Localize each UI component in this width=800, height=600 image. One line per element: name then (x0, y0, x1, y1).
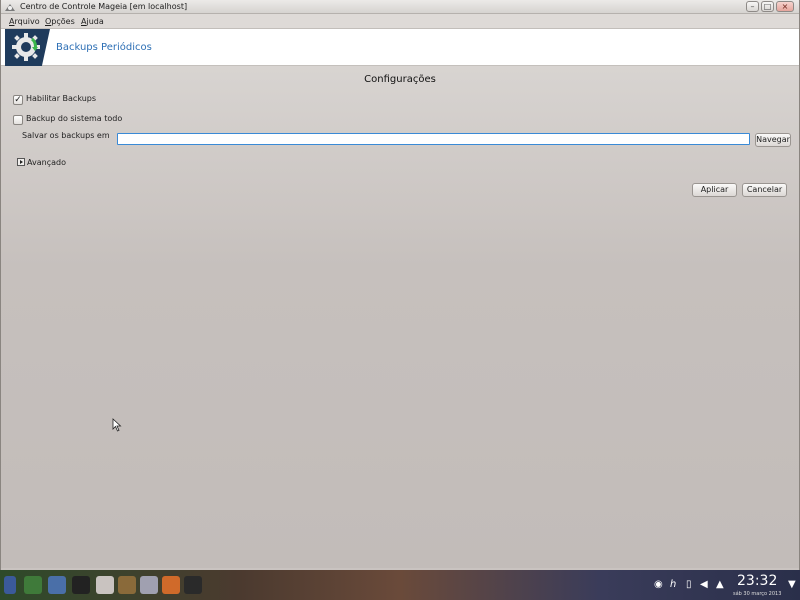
menu-opcoes[interactable]: Opções (45, 17, 75, 26)
app-window: Centro de Controle Mageia [em localhost]… (0, 0, 800, 570)
shield-icon[interactable]: ▼ (788, 579, 796, 590)
task-app-1-icon[interactable] (24, 576, 42, 594)
minimize-button[interactable]: – (746, 1, 759, 12)
mageia-app-icon (5, 4, 15, 11)
title-bar[interactable]: Centro de Controle Mageia [em localhost]… (1, 0, 799, 14)
save-path-label: Salvar os backups em (22, 131, 110, 140)
app-launcher-icon[interactable] (4, 576, 16, 594)
clock-time[interactable]: 23:32 (737, 573, 777, 589)
section-title: Configurações (364, 74, 436, 85)
menu-arquivo-label: rquivo (14, 17, 40, 26)
advanced-expander-label[interactable]: Avançado (27, 158, 66, 167)
task-app-4-icon[interactable] (162, 576, 180, 594)
clipboard-icon[interactable]: ▯ (686, 579, 692, 590)
page-title: Backups Periódicos (56, 42, 152, 53)
menu-ajuda[interactable]: Ajuda (81, 17, 104, 26)
task-app-2-icon[interactable] (48, 576, 66, 594)
apply-button[interactable]: Aplicar (692, 183, 737, 197)
tools-icon[interactable] (118, 576, 136, 594)
whole-system-checkbox[interactable] (13, 115, 23, 125)
window-title: Centro de Controle Mageia [em localhost] (20, 2, 188, 11)
mouse-pointer-icon (112, 418, 122, 432)
gear-logo-icon (5, 29, 50, 66)
hp-printer-icon[interactable]: ℎ (670, 579, 676, 590)
menu-arquivo[interactable]: Arquivo (9, 17, 40, 26)
maximize-button[interactable]: □ (761, 1, 774, 12)
task-app-3-icon[interactable] (140, 576, 158, 594)
control-center-task-icon[interactable] (96, 576, 114, 594)
main-content: Configurações ✓ Habilitar Backups Backup… (1, 66, 799, 568)
save-path-input[interactable] (117, 133, 750, 145)
page-header: Backups Periódicos (1, 29, 799, 66)
tray-expand-icon[interactable]: ▲ (716, 579, 724, 590)
clock-date: sáb 30 março 2013 (733, 591, 782, 597)
browse-button[interactable]: Navegar (755, 133, 791, 147)
enable-backups-label[interactable]: Habilitar Backups (26, 94, 96, 103)
volume-icon[interactable]: ◀ (700, 579, 708, 590)
expand-arrow-icon[interactable] (17, 158, 25, 166)
close-button[interactable]: × (776, 1, 794, 12)
enable-backups-checkbox[interactable]: ✓ (13, 95, 23, 105)
cancel-button[interactable]: Cancelar (742, 183, 787, 197)
menu-opcoes-label: pções (51, 17, 75, 26)
taskbar: ◉ ℎ ▯ ◀ ▲ 23:32 sáb 30 março 2013 ▼ (0, 570, 800, 600)
menu-bar: Arquivo Opções Ajuda (1, 14, 799, 29)
whole-system-label[interactable]: Backup do sistema todo (26, 114, 122, 123)
terminal-icon[interactable] (72, 576, 90, 594)
menu-ajuda-label: juda (86, 17, 104, 26)
network-icon[interactable]: ◉ (654, 579, 663, 590)
task-app-5-icon[interactable] (184, 576, 202, 594)
